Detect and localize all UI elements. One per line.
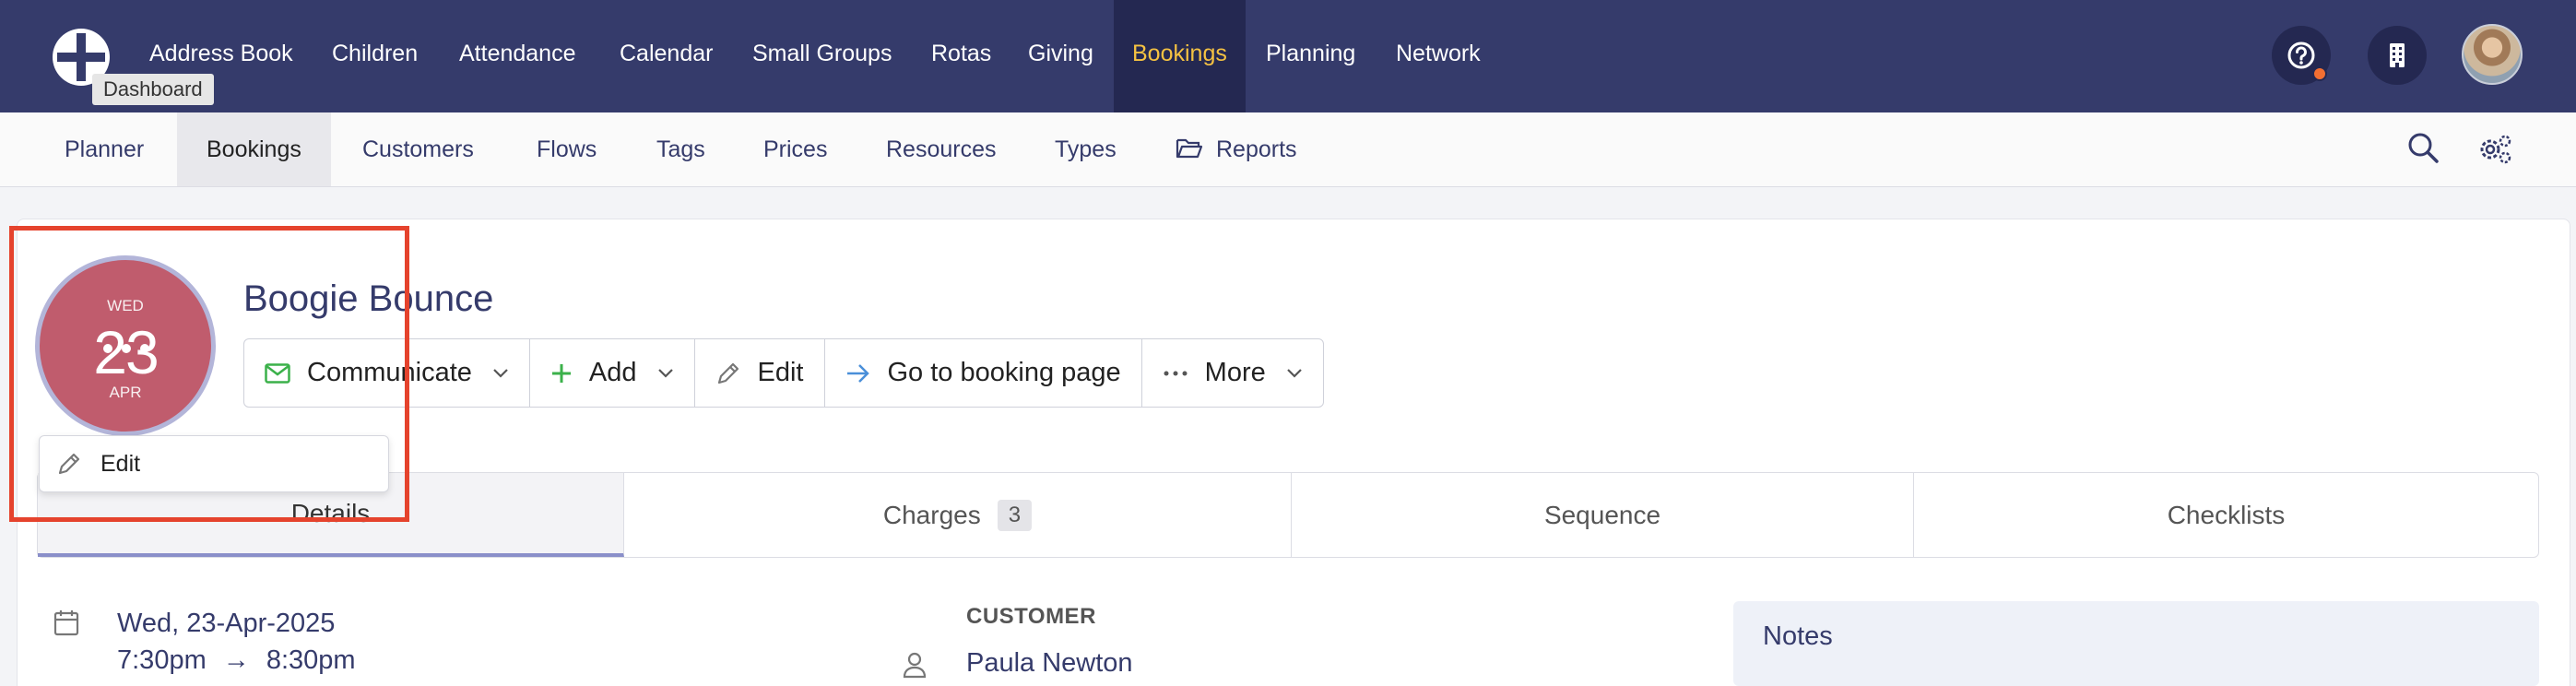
settings-gear-icon[interactable] <box>2476 131 2513 168</box>
booking-title: Boogie Bounce <box>243 278 494 319</box>
help-icon <box>2287 41 2315 69</box>
search-icon[interactable] <box>2406 131 2441 166</box>
go-to-booking-page-button[interactable]: Go to booking page <box>825 339 1142 407</box>
edit-label: Edit <box>757 358 804 387</box>
nav-planning[interactable]: Planning <box>1266 0 1355 112</box>
folder-open-icon <box>1176 138 1203 159</box>
subnav-flows[interactable]: Flows <box>537 112 597 186</box>
nav-small-groups[interactable]: Small Groups <box>752 0 892 112</box>
notes-panel: Notes <box>1733 601 2539 686</box>
nav-attendance[interactable]: Attendance <box>459 0 576 112</box>
communicate-label: Communicate <box>307 358 472 387</box>
top-navigation: Dashboard Address Book Children Attendan… <box>0 0 2576 112</box>
communicate-button[interactable]: Communicate <box>244 339 530 407</box>
booking-date: Wed, 23-Apr-2025 <box>117 609 336 638</box>
customer-name-link[interactable]: Paula Newton <box>966 648 1133 679</box>
plus-icon <box>551 363 571 383</box>
date-badge-month: APR <box>109 384 142 401</box>
subnav-tags[interactable]: Tags <box>656 112 705 186</box>
tab-checklists[interactable]: Checklists <box>1914 473 2538 557</box>
nav-network[interactable]: Network <box>1396 0 1481 112</box>
subnav-planner[interactable]: Planner <box>65 112 144 186</box>
nav-children[interactable]: Children <box>332 0 418 112</box>
person-icon <box>903 652 927 679</box>
subnav-customers[interactable]: Customers <box>362 112 474 186</box>
time-arrow: → <box>222 645 250 675</box>
tab-sequence-label: Sequence <box>1543 500 1661 529</box>
calendar-icon <box>53 610 79 636</box>
booking-tabs: Details Charges 3 Sequence Checklists <box>37 472 2539 558</box>
booking-end-time: 8:30pm <box>266 645 356 675</box>
sub-navigation: Planner Bookings Customers Flows Tags Pr… <box>0 112 2576 187</box>
subnav-prices[interactable]: Prices <box>763 112 827 186</box>
tab-charges[interactable]: Charges 3 <box>624 473 1292 557</box>
add-label: Add <box>588 358 637 387</box>
pencil-icon <box>58 453 80 475</box>
chevron-down-icon <box>657 368 673 378</box>
nav-rotas[interactable]: Rotas <box>931 0 991 112</box>
chevron-down-icon <box>493 368 508 378</box>
date-badge-weekday: WED <box>107 297 144 314</box>
charges-count-badge: 3 <box>997 499 1033 531</box>
subnav-reports[interactable]: Reports <box>1216 112 1297 186</box>
customer-label: CUSTOMER <box>966 604 1096 629</box>
booking-date-badge[interactable]: WED 23 APR <box>35 255 216 436</box>
notification-dot <box>2312 66 2327 81</box>
envelope-icon <box>265 362 290 384</box>
booking-start-time: 7:30pm <box>117 645 207 675</box>
ellipsis-icon <box>1164 371 1188 375</box>
tab-details-label: Details <box>290 498 371 527</box>
chevron-down-icon <box>1286 368 1302 378</box>
more-button[interactable]: More <box>1142 339 1323 407</box>
help-button[interactable] <box>2272 26 2331 85</box>
edit-button[interactable]: Edit <box>695 339 825 407</box>
tab-checklists-label: Checklists <box>2167 500 2286 529</box>
notes-label: Notes <box>1763 621 1833 651</box>
pencil-icon <box>717 362 739 384</box>
add-button[interactable]: Add <box>530 339 695 407</box>
more-label: More <box>1204 358 1266 387</box>
booking-date-time: Wed, 23-Apr-2025 7:30pm → 8:30pm <box>117 605 356 679</box>
tab-charges-label: Charges <box>882 500 981 529</box>
tab-sequence[interactable]: Sequence <box>1292 473 1914 557</box>
edit-popover[interactable]: Edit <box>39 435 389 492</box>
building-icon <box>2390 43 2405 67</box>
subnav-resources[interactable]: Resources <box>886 112 997 186</box>
drag-handle-icon <box>103 344 149 353</box>
user-avatar[interactable] <box>2462 24 2523 85</box>
nav-giving[interactable]: Giving <box>1028 0 1093 112</box>
subnav-bookings[interactable]: Bookings <box>177 112 331 186</box>
booking-time: 7:30pm → 8:30pm <box>117 642 356 679</box>
nav-bookings[interactable]: Bookings <box>1114 0 1246 112</box>
subnav-types[interactable]: Types <box>1055 112 1117 186</box>
arrow-right-icon <box>846 363 869 383</box>
go-to-booking-page-label: Go to booking page <box>887 358 1121 387</box>
popover-edit-label: Edit <box>100 450 141 477</box>
organisation-button[interactable] <box>2368 26 2427 85</box>
nav-calendar[interactable]: Calendar <box>620 0 713 112</box>
nav-address-book[interactable]: Address Book <box>149 0 293 112</box>
booking-actions: Communicate Add Edit Go to booking page … <box>243 338 1324 408</box>
